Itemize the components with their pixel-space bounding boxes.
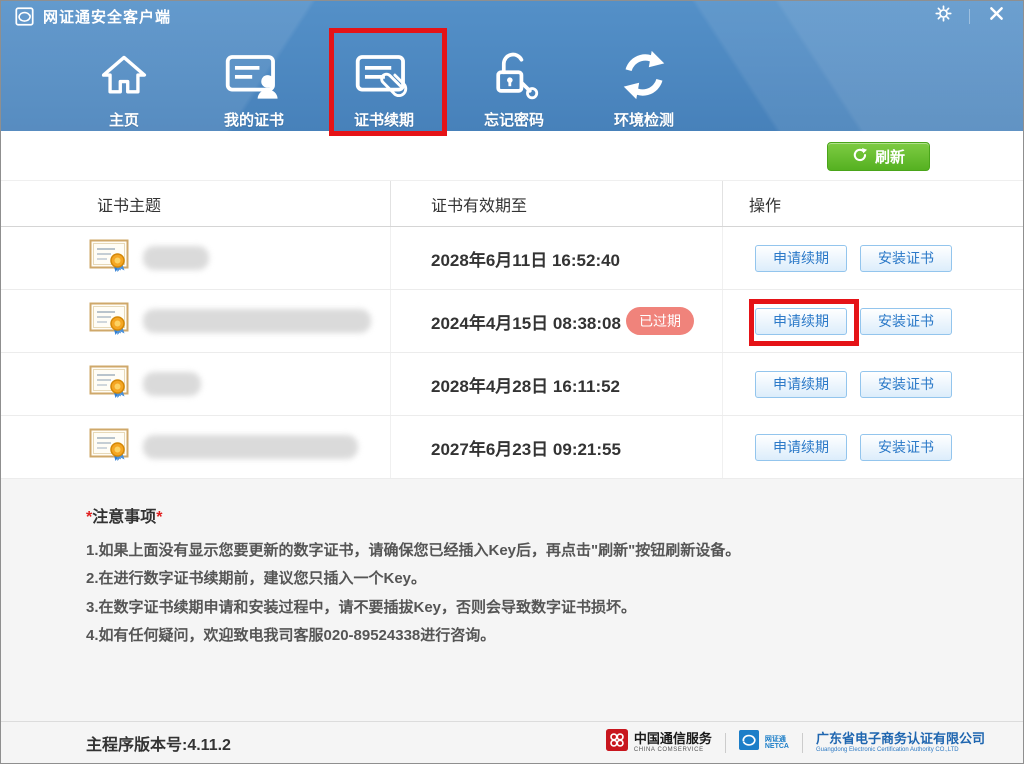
- table-row: 2027年6月23日 09:21:55 申请续期 安装证书: [1, 416, 1023, 479]
- valid-until-text: 2028年4月28日 16:11:52: [431, 372, 620, 397]
- nav-item-certificate-renewal[interactable]: 证书续期: [319, 37, 449, 133]
- app-footer: 主程序版本号:4.11.2 中国通信服务 CHINA COMSERVICE 网证…: [1, 721, 1023, 763]
- nav-item-forgot-password[interactable]: 忘记密码: [449, 37, 579, 133]
- close-button[interactable]: [983, 4, 1009, 28]
- version-text: 主程序版本号:4.11.2: [86, 731, 231, 755]
- footer-separator: [802, 733, 803, 753]
- header-actions: 操作: [723, 181, 1023, 226]
- redacted-subject: [143, 435, 358, 459]
- certificate-icon: [89, 302, 129, 341]
- settings-button[interactable]: [930, 4, 956, 28]
- netca-name: 网证通: [765, 736, 789, 743]
- annotation-red-box: [329, 28, 447, 136]
- renew-button[interactable]: 申请续期: [755, 308, 847, 335]
- renew-button[interactable]: 申请续期: [755, 371, 847, 398]
- renew-button[interactable]: 申请续期: [755, 434, 847, 461]
- actions-cell: 申请续期 安装证书: [723, 290, 1023, 352]
- close-icon: [989, 6, 1004, 26]
- note-item: 4.如有任何疑问，欢迎致电我司客服020-89524338进行咨询。: [86, 626, 963, 646]
- redacted-subject: [143, 309, 371, 333]
- nav-item-environment-check[interactable]: 环境检测: [579, 37, 709, 133]
- table-row: 2028年6月11日 16:52:40 申请续期 安装证书: [1, 227, 1023, 290]
- gdca-logo: 广东省电子商务认证有限公司 Guangdong Electronic Certi…: [816, 732, 985, 754]
- netca-icon: [739, 730, 759, 755]
- notes-title: *注意事项*: [86, 503, 963, 527]
- china-comservice-icon: [606, 729, 628, 756]
- expired-badge: 已过期: [626, 307, 694, 335]
- refresh-label: 刷新: [875, 146, 905, 167]
- nav-item-home[interactable]: 主页: [59, 37, 189, 133]
- note-item: 2.在进行数字证书续期前，建议您只插入一个Key。: [86, 569, 963, 589]
- window-title: 网证通安全客户端: [43, 6, 171, 27]
- certificate-subject-cell: [1, 290, 391, 352]
- toolbar: 刷新: [1, 131, 1023, 181]
- refresh-icon: [852, 147, 868, 167]
- china-comservice-name: 中国通信服务: [634, 732, 712, 747]
- certificate-icon: [89, 239, 129, 278]
- nav-item-my-certificate[interactable]: 我的证书: [189, 37, 319, 133]
- valid-until-text: 2028年6月11日 16:52:40: [431, 246, 620, 271]
- certificate-icon: [89, 365, 129, 404]
- header-valid-until: 证书有效期至: [391, 181, 723, 226]
- china-comservice-english: CHINA COMSERVICE: [634, 747, 712, 754]
- certificate-table: 证书主题 证书有效期至 操作 2028年6月11日 16:52:40 申请续期 …: [1, 181, 1023, 479]
- footer-logos: 中国通信服务 CHINA COMSERVICE 网证通 NETCA 广东省电子商…: [606, 729, 985, 756]
- forgot-password-icon: [488, 42, 540, 102]
- refresh-button[interactable]: 刷新: [827, 142, 930, 171]
- renew-button[interactable]: 申请续期: [755, 245, 847, 272]
- notes-section: *注意事项* 1.如果上面没有显示您要更新的数字证书，请确保您已经插入Key后，…: [1, 479, 1023, 721]
- gdca-name: 广东省电子商务认证有限公司: [816, 732, 985, 747]
- install-button[interactable]: 安装证书: [860, 245, 952, 272]
- valid-until-cell: 2028年6月11日 16:52:40: [391, 227, 723, 289]
- china-comservice-logo: 中国通信服务 CHINA COMSERVICE: [606, 729, 712, 756]
- valid-until-text: 2027年6月23日 09:21:55: [431, 435, 621, 460]
- install-button[interactable]: 安装证书: [860, 434, 952, 461]
- titlebar-separator: [969, 9, 970, 24]
- netca-logo: 网证通 NETCA: [739, 730, 789, 755]
- table-header-row: 证书主题 证书有效期至 操作: [1, 181, 1023, 227]
- titlebar: 网证通安全客户端: [1, 1, 1023, 31]
- table-row: 2024年4月15日 08:38:08 已过期 申请续期 安装证书: [1, 290, 1023, 353]
- certificate-subject-cell: [1, 416, 391, 478]
- certificate-icon: [89, 428, 129, 467]
- environment-check-icon: [617, 42, 671, 102]
- window-controls: [930, 4, 1009, 28]
- install-button[interactable]: 安装证书: [860, 308, 952, 335]
- app-logo-icon: [15, 7, 34, 26]
- valid-until-text: 2024年4月15日 08:38:08: [431, 309, 621, 334]
- netca-english: NETCA: [765, 743, 789, 750]
- certificate-subject-cell: [1, 353, 391, 415]
- actions-cell: 申请续期 安装证书: [723, 353, 1023, 415]
- footer-separator: [725, 733, 726, 753]
- valid-until-cell: 2024年4月15日 08:38:08 已过期: [391, 290, 723, 352]
- actions-cell: 申请续期 安装证书: [723, 227, 1023, 289]
- main-nav: 主页 我的证书 证书续期 忘记密码 环境检测: [1, 37, 1023, 133]
- valid-until-cell: 2027年6月23日 09:21:55: [391, 416, 723, 478]
- notes-list: 1.如果上面没有显示您要更新的数字证书，请确保您已经插入Key后，再点击"刷新"…: [86, 541, 963, 646]
- valid-until-cell: 2028年4月28日 16:11:52: [391, 353, 723, 415]
- note-item: 3.在数字证书续期申请和安装过程中，请不要插拔Key，否则会导致数字证书损坏。: [86, 598, 963, 618]
- redacted-subject: [143, 246, 209, 270]
- table-row: 2028年4月28日 16:11:52 申请续期 安装证书: [1, 353, 1023, 416]
- gdca-english: Guangdong Electronic Certification Autho…: [816, 747, 985, 754]
- table-body: 2028年6月11日 16:52:40 申请续期 安装证书 2024年4月15日…: [1, 227, 1023, 479]
- app-window: 网证通安全客户端 主页 我的证书 证书续期 忘记密码 环境检测 刷新: [0, 0, 1024, 764]
- gear-icon: [935, 5, 952, 27]
- header-subject: 证书主题: [1, 181, 391, 226]
- my-certificate-icon: [225, 42, 283, 102]
- certificate-subject-cell: [1, 227, 391, 289]
- actions-cell: 申请续期 安装证书: [723, 416, 1023, 478]
- note-item: 1.如果上面没有显示您要更新的数字证书，请确保您已经插入Key后，再点击"刷新"…: [86, 541, 963, 561]
- install-button[interactable]: 安装证书: [860, 371, 952, 398]
- home-icon: [98, 42, 150, 102]
- redacted-subject: [143, 372, 201, 396]
- red-asterisk: *: [156, 509, 162, 526]
- app-header: 网证通安全客户端 主页 我的证书 证书续期 忘记密码 环境检测: [1, 1, 1023, 131]
